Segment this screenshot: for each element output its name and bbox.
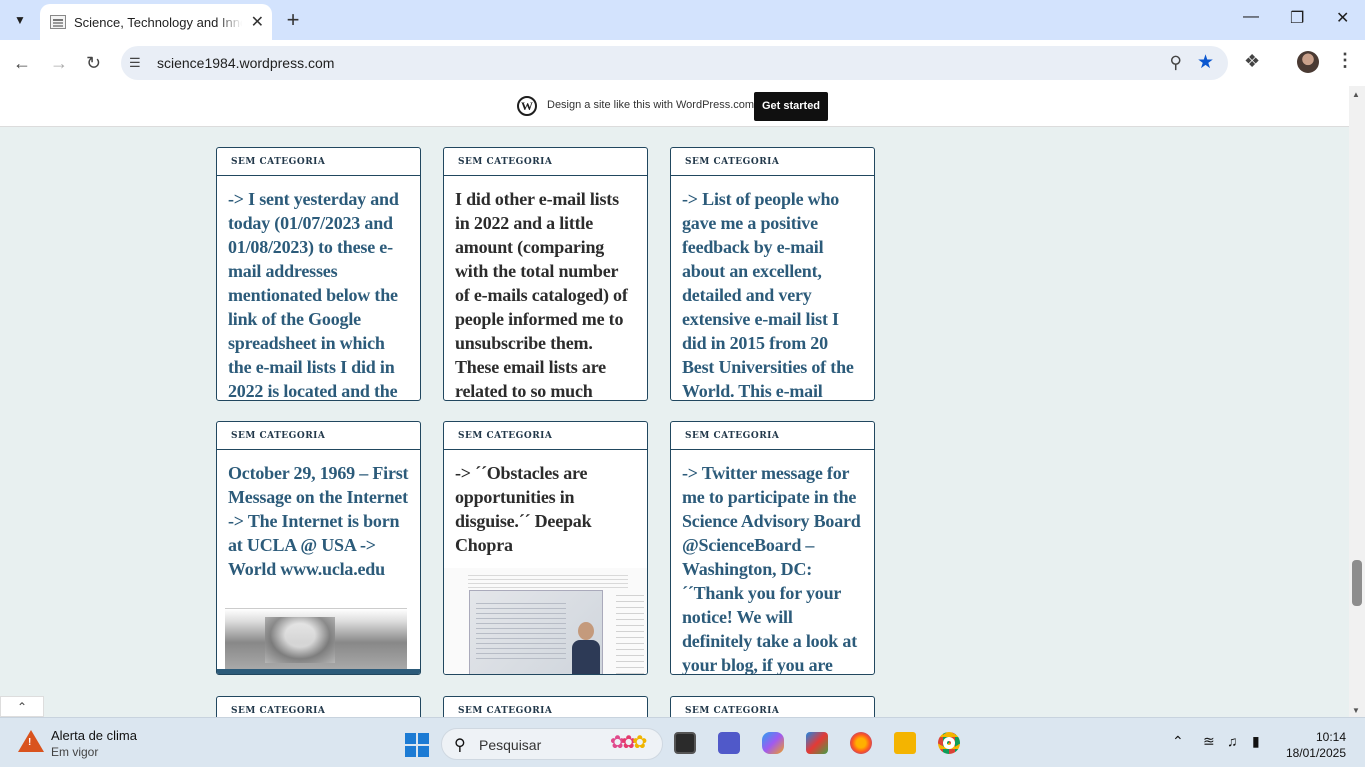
post-title[interactable]: -> I sent yesterday and today (01/07/202…: [217, 176, 420, 400]
post-card[interactable]: SEM CATEGORIA -> List of people who gave…: [670, 147, 875, 401]
post-title[interactable]: -> ´´Obstacles are opportunities in disg…: [444, 450, 647, 557]
post-title[interactable]: October 29, 1969 – First Message on the …: [217, 450, 420, 581]
scroll-up-arrow-icon[interactable]: ▲: [1352, 90, 1360, 99]
image-frame: [217, 669, 420, 674]
post-featured-image[interactable]: [444, 568, 647, 674]
close-tab-icon[interactable]: ✕: [251, 12, 264, 32]
volume-icon[interactable]: ♫: [1227, 733, 1238, 749]
extensions-icon[interactable]: ❖: [1244, 51, 1260, 72]
tab-search-dropdown-icon[interactable]: ▼: [8, 8, 32, 32]
search-icon: ⚲: [454, 737, 466, 754]
show-hidden-icons-icon[interactable]: ⌃: [1172, 733, 1184, 750]
back-icon[interactable]: ←: [13, 53, 31, 74]
firefox-icon[interactable]: [850, 732, 872, 754]
weather-alert-icon[interactable]: !: [18, 730, 44, 754]
site-info-icon[interactable]: ☰: [129, 55, 145, 71]
browser-menu-icon[interactable]: ⋮: [1336, 50, 1354, 71]
clock[interactable]: 10:14 18/01/2025: [1284, 729, 1346, 761]
post-card[interactable]: SEM CATEGORIA I did other e-mail lists i…: [443, 147, 648, 401]
chevron-up-icon[interactable]: ⌃: [0, 696, 44, 717]
post-category[interactable]: SEM CATEGORIA: [671, 422, 874, 450]
post-category[interactable]: SEM CATEGORIA: [671, 697, 874, 717]
profile-avatar[interactable]: [1297, 51, 1319, 73]
post-category[interactable]: SEM CATEGORIA: [217, 148, 420, 176]
forward-icon[interactable]: →: [50, 53, 68, 74]
clock-date: 18/01/2025: [1285, 746, 1346, 760]
post-card[interactable]: SEM CATEGORIA: [443, 696, 648, 717]
post-card[interactable]: SEM CATEGORIA -> Twitter message for me …: [670, 421, 875, 675]
windows-start-icon[interactable]: [405, 733, 429, 757]
zoom-icon[interactable]: ⚲: [1170, 53, 1182, 73]
post-card[interactable]: SEM CATEGORIA October 29, 1969 – First M…: [216, 421, 421, 675]
tulips-icon: ✿✿✿: [610, 732, 647, 752]
page-content: W Design a site like this with WordPress…: [0, 86, 1349, 717]
scrollbar-thumb[interactable]: [1352, 560, 1362, 606]
browser-toolbar: ← → ↻ ☰ science1984.wordpress.com ⚲ ★ ❖ …: [0, 40, 1365, 86]
post-category[interactable]: SEM CATEGORIA: [444, 422, 647, 450]
post-title[interactable]: -> Twitter message for me to participate…: [671, 450, 874, 674]
address-bar[interactable]: ☰ science1984.wordpress.com ⚲ ★: [121, 46, 1228, 80]
post-category[interactable]: SEM CATEGORIA: [217, 697, 420, 717]
browser-tab[interactable]: Science, Technology and Innova ✕: [40, 4, 272, 40]
tab-title: Science, Technology and Innova: [74, 14, 242, 30]
post-featured-image[interactable]: [225, 608, 407, 670]
poster-side-text: [616, 590, 644, 674]
wordpress-logo-icon[interactable]: W: [517, 96, 537, 116]
tab-strip: ▼ Science, Technology and Innova ✕ + — ❐…: [0, 0, 1365, 40]
post-category[interactable]: SEM CATEGORIA: [444, 697, 647, 717]
battery-icon[interactable]: ▮: [1252, 733, 1260, 750]
wordpress-banner: W Design a site like this with WordPress…: [0, 86, 1349, 127]
post-title[interactable]: I did other e-mail lists in 2022 and a l…: [444, 176, 647, 400]
chrome-icon[interactable]: [938, 732, 960, 754]
weather-title[interactable]: Alerta de clima: [51, 728, 137, 743]
wordpress-banner-text[interactable]: Design a site like this with WordPress.c…: [547, 99, 754, 111]
post-category[interactable]: SEM CATEGORIA: [444, 148, 647, 176]
post-card[interactable]: SEM CATEGORIA: [216, 696, 421, 717]
poster-text-lines: [468, 574, 628, 588]
weather-subtitle[interactable]: Em vigor: [51, 745, 98, 759]
post-card[interactable]: SEM CATEGORIA -> I sent yesterday and to…: [216, 147, 421, 401]
get-started-button[interactable]: Get started: [754, 92, 828, 121]
reload-icon[interactable]: ↻: [86, 53, 101, 74]
url-text[interactable]: science1984.wordpress.com: [157, 55, 334, 71]
person-figure: [572, 622, 600, 674]
file-explorer-icon[interactable]: [894, 732, 916, 754]
windows-taskbar: ! Alerta de clima Em vigor ⚲ Pesquisar ✿…: [0, 717, 1365, 767]
post-card[interactable]: SEM CATEGORIA -> ´´Obstacles are opportu…: [443, 421, 648, 675]
search-placeholder: Pesquisar: [479, 737, 542, 753]
restore-icon[interactable]: ❐: [1290, 8, 1304, 28]
post-title[interactable]: -> List of people who gave me a positive…: [671, 176, 874, 400]
clock-time: 10:14: [1315, 730, 1346, 744]
close-window-icon[interactable]: ✕: [1336, 8, 1349, 28]
new-tab-icon[interactable]: +: [282, 7, 304, 33]
post-card[interactable]: SEM CATEGORIA: [670, 696, 875, 717]
scroll-down-arrow-icon[interactable]: ▼: [1352, 706, 1360, 715]
post-category[interactable]: SEM CATEGORIA: [217, 422, 420, 450]
taskbar-search[interactable]: ⚲ Pesquisar ✿✿✿: [441, 728, 663, 760]
bookmark-star-icon[interactable]: ★: [1197, 51, 1214, 74]
wifi-icon[interactable]: ≊: [1203, 733, 1215, 750]
post-category[interactable]: SEM CATEGORIA: [671, 148, 874, 176]
minimize-icon[interactable]: —: [1243, 8, 1259, 26]
site-favicon-icon: [50, 15, 66, 29]
teams-icon[interactable]: [718, 732, 740, 754]
m365-icon[interactable]: [806, 732, 828, 754]
task-view-icon[interactable]: [674, 732, 696, 754]
vertical-scrollbar[interactable]: [1349, 86, 1365, 717]
copilot-icon[interactable]: [762, 732, 784, 754]
